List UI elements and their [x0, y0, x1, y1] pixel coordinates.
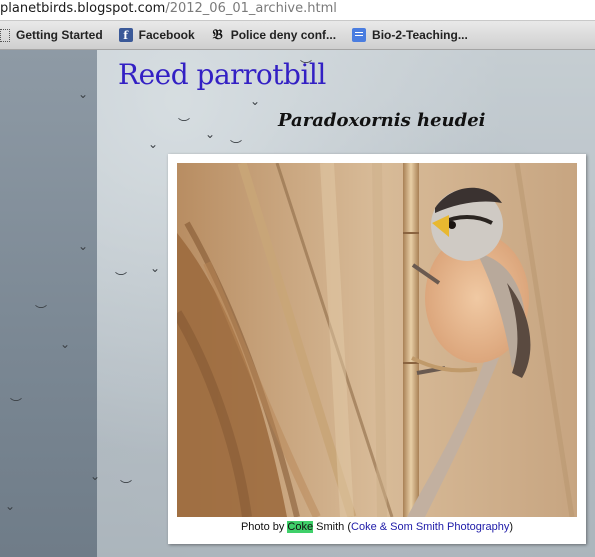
bookmark-label: Facebook: [138, 28, 195, 42]
scientific-name: Paradoxornis heudei: [278, 110, 486, 131]
caption-suffix: ): [509, 521, 514, 533]
bookmarks-bar: Getting Started f Facebook 𝔅 Police deny…: [0, 21, 595, 50]
sky-left-panel: [0, 50, 97, 557]
address-bar[interactable]: planetbirds.blogspot.com/2012_06_01_arch…: [0, 0, 595, 21]
caption-prefix: Photo by: [240, 521, 288, 533]
page-icon: [0, 28, 10, 42]
photo-caption: Photo by Coke Smith (Coke & Som Smith Ph…: [168, 521, 586, 533]
photo-frame: Photo by Coke Smith (Coke & Som Smith Ph…: [168, 154, 586, 544]
bookmark-label: Getting Started: [16, 28, 103, 42]
document-icon: [352, 28, 367, 42]
bookmark-getting-started[interactable]: Getting Started: [0, 28, 103, 42]
bookmark-label: Police deny conf...: [230, 28, 337, 42]
bird-photo[interactable]: [177, 163, 577, 517]
post-title[interactable]: Reed parrotbill: [118, 58, 326, 91]
bookmark-facebook[interactable]: f Facebook: [118, 28, 195, 42]
reed-parrotbill-image: [177, 163, 577, 517]
bookmark-label: Bio-2-Teaching...: [372, 28, 468, 42]
url-host: planetbirds.blogspot.com: [0, 1, 166, 16]
newspaper-icon: 𝔅: [212, 27, 223, 43]
caption-highlight: Coke: [287, 521, 314, 533]
bookmark-bio-teaching[interactable]: Bio-2-Teaching...: [352, 28, 468, 42]
url-path: /2012_06_01_archive.html: [165, 1, 337, 16]
caption-middle: Smith (: [313, 521, 352, 533]
bookmark-police-deny[interactable]: 𝔅 Police deny conf...: [211, 27, 337, 43]
photographer-link[interactable]: Coke & Som Smith Photography: [351, 521, 509, 533]
facebook-icon: f: [118, 28, 133, 42]
